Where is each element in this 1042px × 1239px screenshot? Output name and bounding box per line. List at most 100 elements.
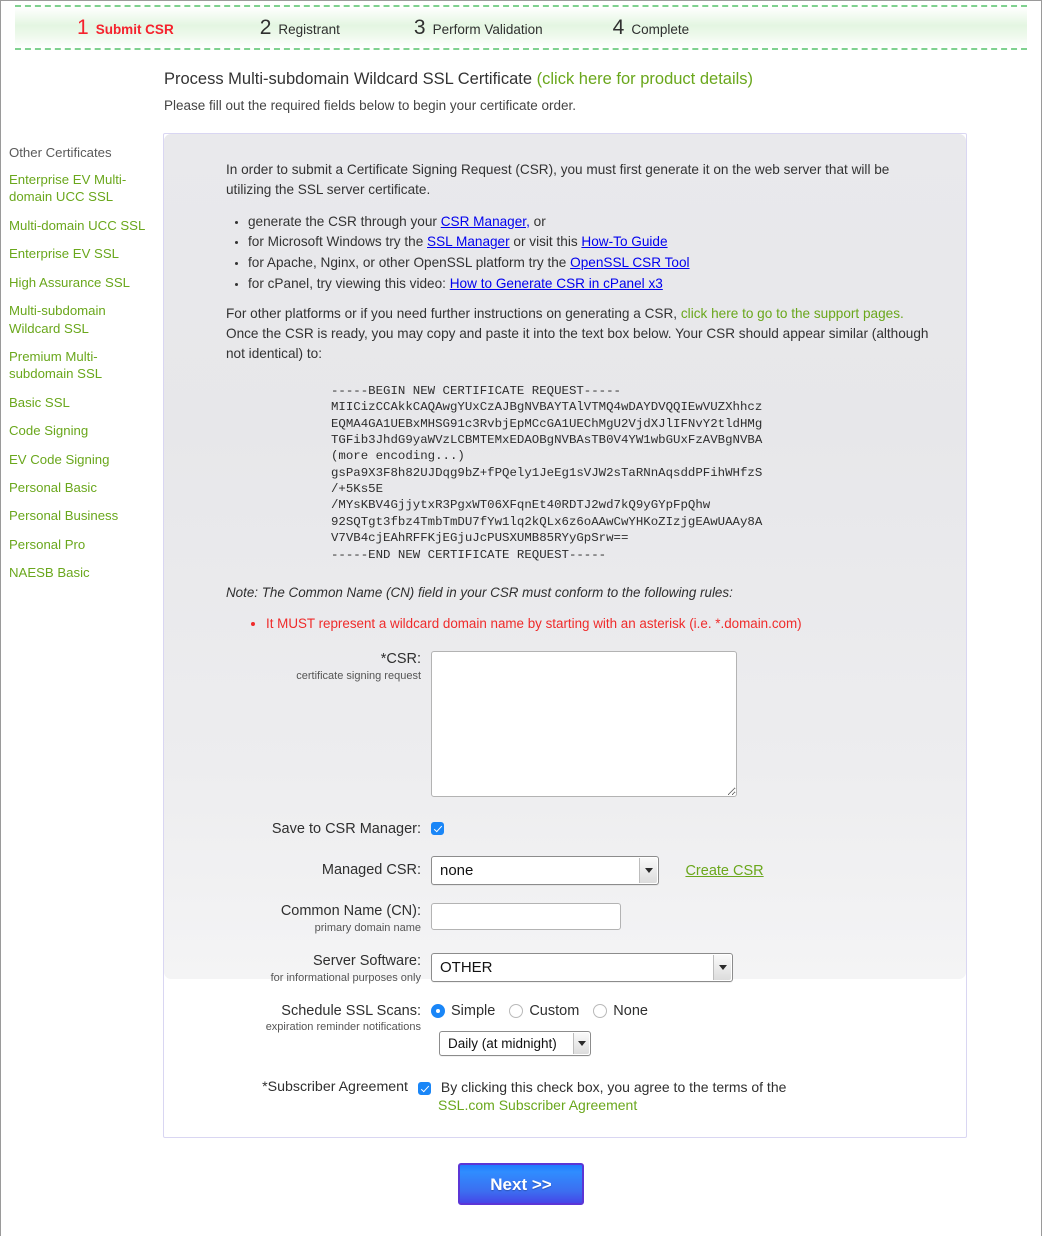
- sidebar-item-multi-subdomain-wildcard-ssl[interactable]: Multi-subdomain Wildcard SSL: [9, 302, 154, 337]
- csr-field-row: *CSR: certificate signing request: [226, 650, 932, 802]
- step-3-number: 3: [413, 15, 426, 39]
- subscriber-agreement-link[interactable]: SSL.com Subscriber Agreement: [438, 1097, 637, 1113]
- cpanel-video-link[interactable]: How to Generate CSR in cPanel x3: [450, 276, 663, 291]
- csr-generation-options-list: generate the CSR through your CSR Manage…: [226, 212, 932, 295]
- instructions-and-form-box: In order to submit a Certificate Signing…: [164, 134, 966, 1113]
- csr-manager-link[interactable]: CSR Manager,: [441, 214, 530, 229]
- schedule-scans-radio-simple[interactable]: [431, 1003, 445, 1018]
- step-3-label: Perform Validation: [432, 21, 543, 37]
- scan-frequency-select[interactable]: Daily (at midnight): [439, 1030, 591, 1056]
- sidebar-item-ev-code-signing[interactable]: EV Code Signing: [9, 451, 154, 468]
- certificate-order-panel: In order to submit a Certificate Signing…: [163, 133, 967, 1138]
- sidebar-item-high-assurance-ssl[interactable]: High Assurance SSL: [9, 274, 154, 291]
- other-platforms-pre: For other platforms or if you need furth…: [226, 306, 681, 322]
- common-name-row: Common Name (CN): primary domain name: [226, 902, 932, 934]
- instructions-other-platforms: For other platforms or if you need furth…: [226, 304, 932, 364]
- schedule-scans-sublabel: expiration reminder notifications: [265, 1021, 421, 1034]
- bullet-1-pre: generate the CSR through your: [248, 213, 441, 229]
- sidebar-item-code-signing[interactable]: Code Signing: [9, 422, 154, 439]
- list-item: for cPanel, try viewing this video: How …: [248, 274, 932, 295]
- sidebar-item-basic-ssl[interactable]: Basic SSL: [9, 394, 154, 411]
- common-name-rules-list: It MUST represent a wildcard domain name…: [248, 616, 932, 631]
- form-footer: Next >>: [1, 1163, 1041, 1205]
- sidebar-item-multidomain-ucc-ssl[interactable]: Multi-domain UCC SSL: [9, 217, 154, 234]
- csr-control: [431, 650, 737, 802]
- sidebar-item-personal-basic[interactable]: Personal Basic: [9, 479, 154, 496]
- common-name-note: Note: The Common Name (CN) field in your…: [226, 584, 733, 600]
- sidebar-item-premium-multi-subdomain-ssl[interactable]: Premium Multi-subdomain SSL: [9, 348, 154, 383]
- product-details-link[interactable]: (click here for product details): [537, 70, 753, 88]
- step-4-label: Complete: [631, 21, 690, 37]
- managed-csr-control: none Create CSR: [431, 855, 764, 885]
- save-csr-manager-label: Save to CSR Manager:: [271, 820, 421, 837]
- csr-input[interactable]: [431, 650, 737, 797]
- radio-option-custom[interactable]: Custom: [509, 1003, 579, 1019]
- chevron-down-icon[interactable]: [639, 857, 657, 883]
- server-software-control: OTHER: [431, 953, 733, 983]
- next-button[interactable]: Next >>: [458, 1163, 584, 1205]
- sample-csr-text: -----BEGIN NEW CERTIFICATE REQUEST----- …: [331, 383, 763, 562]
- bullet-4-pre: for cPanel, try viewing this video:: [248, 275, 450, 291]
- radio-label-simple: Simple: [451, 1002, 496, 1019]
- sidebar-item-enterprise-ev-ssl[interactable]: Enterprise EV SSL: [9, 245, 154, 262]
- sidebar-item-personal-business[interactable]: Personal Business: [9, 507, 154, 524]
- step-1-number: 1: [77, 15, 89, 39]
- subscriber-agreement-control: By clicking this check box, you agree to…: [418, 1078, 786, 1114]
- ssl-manager-link[interactable]: SSL Manager: [427, 234, 510, 249]
- step-2-registrant[interactable]: 2 Registrant: [260, 16, 340, 40]
- managed-csr-select[interactable]: none: [431, 855, 659, 885]
- step-1-submit-csr[interactable]: 1 Submit CSR: [77, 16, 174, 40]
- managed-csr-row: Managed CSR: none Create CSR: [226, 855, 932, 885]
- subscriber-agreement-text: By clicking this check box, you agree to…: [440, 1078, 787, 1095]
- common-name-input[interactable]: [431, 902, 621, 930]
- create-csr-link[interactable]: Create CSR: [685, 863, 763, 879]
- chevron-down-icon[interactable]: [713, 955, 731, 981]
- openssl-csr-tool-link[interactable]: OpenSSL CSR Tool: [570, 255, 689, 270]
- csr-label: *CSR:: [380, 650, 421, 667]
- server-software-label-block: Server Software: for informational purpo…: [226, 953, 431, 984]
- subscriber-agreement-checkbox[interactable]: [418, 1082, 431, 1096]
- subscriber-agreement-row: *Subscriber Agreement By clicking this c…: [226, 1078, 932, 1114]
- scan-frequency-selected-value: Daily (at midnight): [448, 1035, 557, 1051]
- radio-label-custom: Custom: [529, 1002, 580, 1019]
- step-4-number: 4: [612, 15, 625, 39]
- step-1-label: Submit CSR: [95, 21, 174, 37]
- sidebar-item-enterprise-ev-multidomain-ucc-ssl[interactable]: Enterprise EV Multi-domain UCC SSL: [9, 171, 154, 206]
- bullet-1-post: or: [529, 213, 546, 229]
- progress-step-bar: 1 Submit CSR 2 Registrant 3 Perform Vali…: [15, 5, 1027, 50]
- page-root: 1 Submit CSR 2 Registrant 3 Perform Vali…: [1, 5, 1041, 1239]
- server-software-selected-value: OTHER: [440, 959, 493, 977]
- schedule-scans-control: Simple Custom None Daily (at midnight): [431, 1003, 662, 1056]
- bullet-2-pre: for Microsoft Windows try the: [248, 234, 428, 250]
- page-title: Process Multi-subdomain Wildcard SSL Cer…: [164, 69, 1041, 90]
- step-4-complete[interactable]: 4 Complete: [613, 16, 689, 40]
- radio-option-none[interactable]: None: [593, 1003, 648, 1019]
- radio-option-simple[interactable]: Simple: [431, 1003, 495, 1019]
- common-name-label-block: Common Name (CN): primary domain name: [226, 903, 431, 934]
- schedule-ssl-scans-row: Schedule SSL Scans: expiration reminder …: [226, 1003, 932, 1056]
- other-certificates-sidebar: Other Certificates Enterprise EV Multi-d…: [9, 145, 154, 593]
- list-item: It MUST represent a wildcard domain name…: [266, 616, 932, 631]
- instructions-intro: In order to submit a Certificate Signing…: [226, 162, 890, 197]
- common-name-label: Common Name (CN):: [280, 902, 421, 919]
- sidebar-item-personal-pro[interactable]: Personal Pro: [9, 536, 154, 553]
- managed-csr-label: Managed CSR:: [321, 862, 421, 879]
- save-to-csr-manager-checkbox[interactable]: [431, 822, 444, 836]
- schedule-scans-radio-group: Simple Custom None: [431, 1003, 662, 1019]
- page-title-text: Process Multi-subdomain Wildcard SSL Cer…: [164, 70, 533, 88]
- sidebar-item-naesb-basic[interactable]: NAESB Basic: [9, 564, 154, 581]
- list-item: for Microsoft Windows try the SSL Manage…: [248, 232, 932, 253]
- subscriber-agreement-link-line: SSL.com Subscriber Agreement: [418, 1096, 786, 1114]
- list-item: for Apache, Nginx, or other OpenSSL plat…: [248, 253, 932, 274]
- server-software-sublabel: for informational purposes only: [270, 971, 421, 984]
- chevron-down-icon[interactable]: [573, 1032, 589, 1054]
- how-to-guide-link[interactable]: How-To Guide: [581, 234, 667, 249]
- other-platforms-post: Once the CSR is ready, you may copy and …: [226, 326, 929, 361]
- managed-csr-selected-value: none: [440, 861, 474, 879]
- server-software-select[interactable]: OTHER: [431, 953, 733, 983]
- step-3-perform-validation[interactable]: 3 Perform Validation: [414, 16, 543, 40]
- schedule-scans-radio-none[interactable]: [593, 1003, 608, 1018]
- support-pages-link[interactable]: click here to go to the support pages.: [681, 306, 904, 321]
- schedule-scans-radio-custom[interactable]: [509, 1003, 524, 1018]
- common-name-sublabel: primary domain name: [314, 921, 421, 934]
